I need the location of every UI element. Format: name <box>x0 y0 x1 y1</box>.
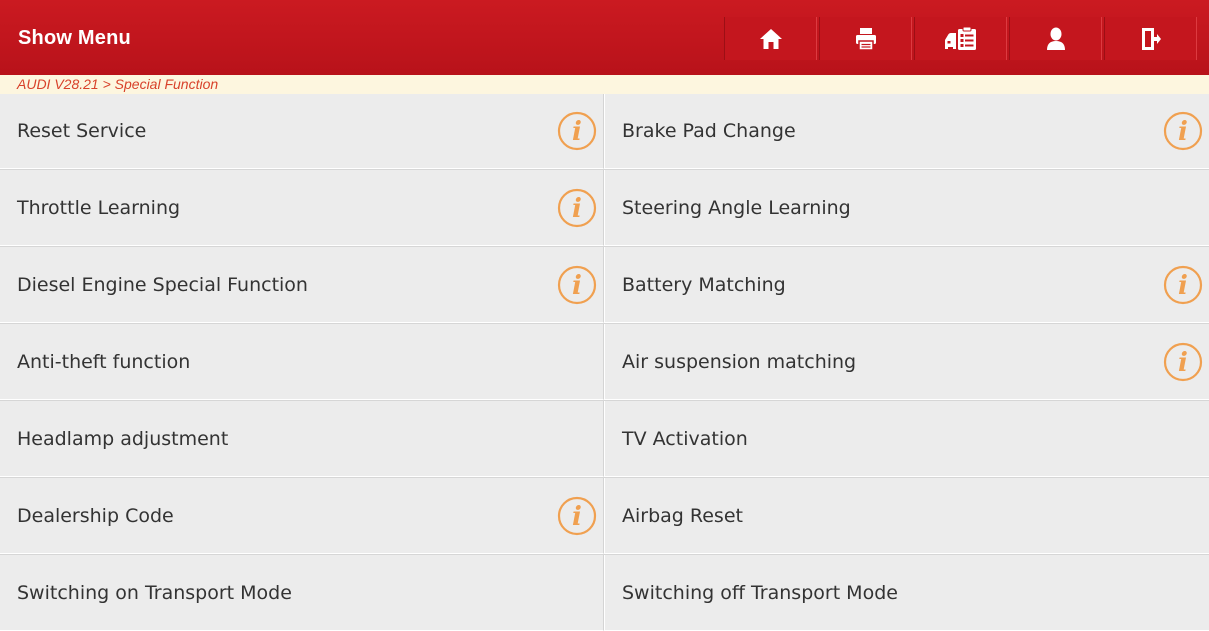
exit-icon <box>1141 27 1161 50</box>
function-item[interactable]: Switching on Transport Mode <box>0 555 604 631</box>
function-grid: Reset Service i Brake Pad Change i Throttle … <box>0 94 1209 631</box>
function-row: Anti-theft function Air suspension matchi… <box>0 323 1209 400</box>
exit-button[interactable] <box>1104 17 1197 60</box>
svg-text:i: i <box>572 502 582 532</box>
function-item-label: Battery Matching <box>622 273 786 296</box>
function-item-label: Throttle Learning <box>17 196 181 219</box>
function-row: Switching on Transport Mode Switching off… <box>0 554 1209 631</box>
home-button[interactable] <box>724 17 817 60</box>
function-item[interactable]: Switching off Transport Mode <box>604 555 1209 631</box>
svg-text:i: i <box>1178 117 1188 147</box>
function-item[interactable]: Dealership Code i <box>0 478 604 554</box>
vehicle-report-icon <box>944 26 976 50</box>
function-item-label: Steering Angle Learning <box>622 196 851 219</box>
svg-text:i: i <box>1178 271 1188 301</box>
info-icon[interactable]: i <box>1163 265 1203 305</box>
function-item-label: Brake Pad Change <box>622 120 796 142</box>
function-item[interactable]: Battery Matching i <box>604 247 1209 323</box>
function-item-label: Headlamp adjustment <box>17 427 229 450</box>
toolbar <box>724 17 1199 60</box>
function-item[interactable]: Airbag Reset <box>604 478 1209 554</box>
print-button[interactable] <box>819 17 912 60</box>
vehicle-report-button[interactable] <box>914 17 1007 60</box>
function-item[interactable]: TV Activation <box>604 401 1209 477</box>
function-item-label: Reset Service <box>17 120 147 142</box>
function-item[interactable]: Headlamp adjustment <box>0 401 604 477</box>
function-item[interactable]: Anti-theft function <box>0 324 604 400</box>
info-icon[interactable]: i <box>1163 342 1203 382</box>
print-icon <box>855 27 876 51</box>
function-row: Diesel Engine Special Function i Battery M… <box>0 246 1209 323</box>
top-bar: Show Menu <box>0 0 1209 75</box>
user-icon <box>1046 27 1065 50</box>
info-icon[interactable]: i <box>557 496 597 536</box>
info-icon[interactable]: i <box>1163 111 1203 151</box>
function-item[interactable]: Brake Pad Change i <box>604 94 1209 169</box>
user-button[interactable] <box>1009 17 1102 60</box>
function-item-label: TV Activation <box>622 427 748 450</box>
function-item-label: Anti-theft function <box>17 350 191 373</box>
home-icon <box>759 28 782 49</box>
function-item[interactable]: Throttle Learning i <box>0 170 604 246</box>
function-item-label: Air suspension matching <box>622 350 857 373</box>
function-row: Reset Service i Brake Pad Change i <box>0 94 1209 169</box>
function-item-label: Airbag Reset <box>622 504 743 527</box>
function-item[interactable]: Steering Angle Learning <box>604 170 1209 246</box>
function-item-label: Switching off Transport Mode <box>622 581 898 604</box>
info-icon[interactable]: i <box>557 188 597 228</box>
breadcrumb: AUDI V28.21 > Special Function <box>0 75 1209 94</box>
svg-text:i: i <box>1178 348 1188 378</box>
function-item-label: Dealership Code <box>17 504 174 527</box>
function-item[interactable]: Air suspension matching i <box>604 324 1209 400</box>
function-row: Dealership Code i Airbag Reset <box>0 477 1209 554</box>
info-icon[interactable]: i <box>557 111 597 151</box>
function-item[interactable]: Reset Service i <box>0 94 604 169</box>
function-row: Throttle Learning i Steering Angle Learnin… <box>0 169 1209 246</box>
function-item[interactable]: Diesel Engine Special Function i <box>0 247 604 323</box>
svg-text:i: i <box>572 117 582 147</box>
function-item-label: Switching on Transport Mode <box>17 581 292 604</box>
function-item-label: Diesel Engine Special Function <box>17 273 308 296</box>
svg-text:i: i <box>572 194 582 224</box>
info-icon[interactable]: i <box>557 265 597 305</box>
svg-text:i: i <box>572 271 582 301</box>
page-title: Show Menu <box>18 27 131 49</box>
function-row: Headlamp adjustment TV Activation <box>0 400 1209 477</box>
